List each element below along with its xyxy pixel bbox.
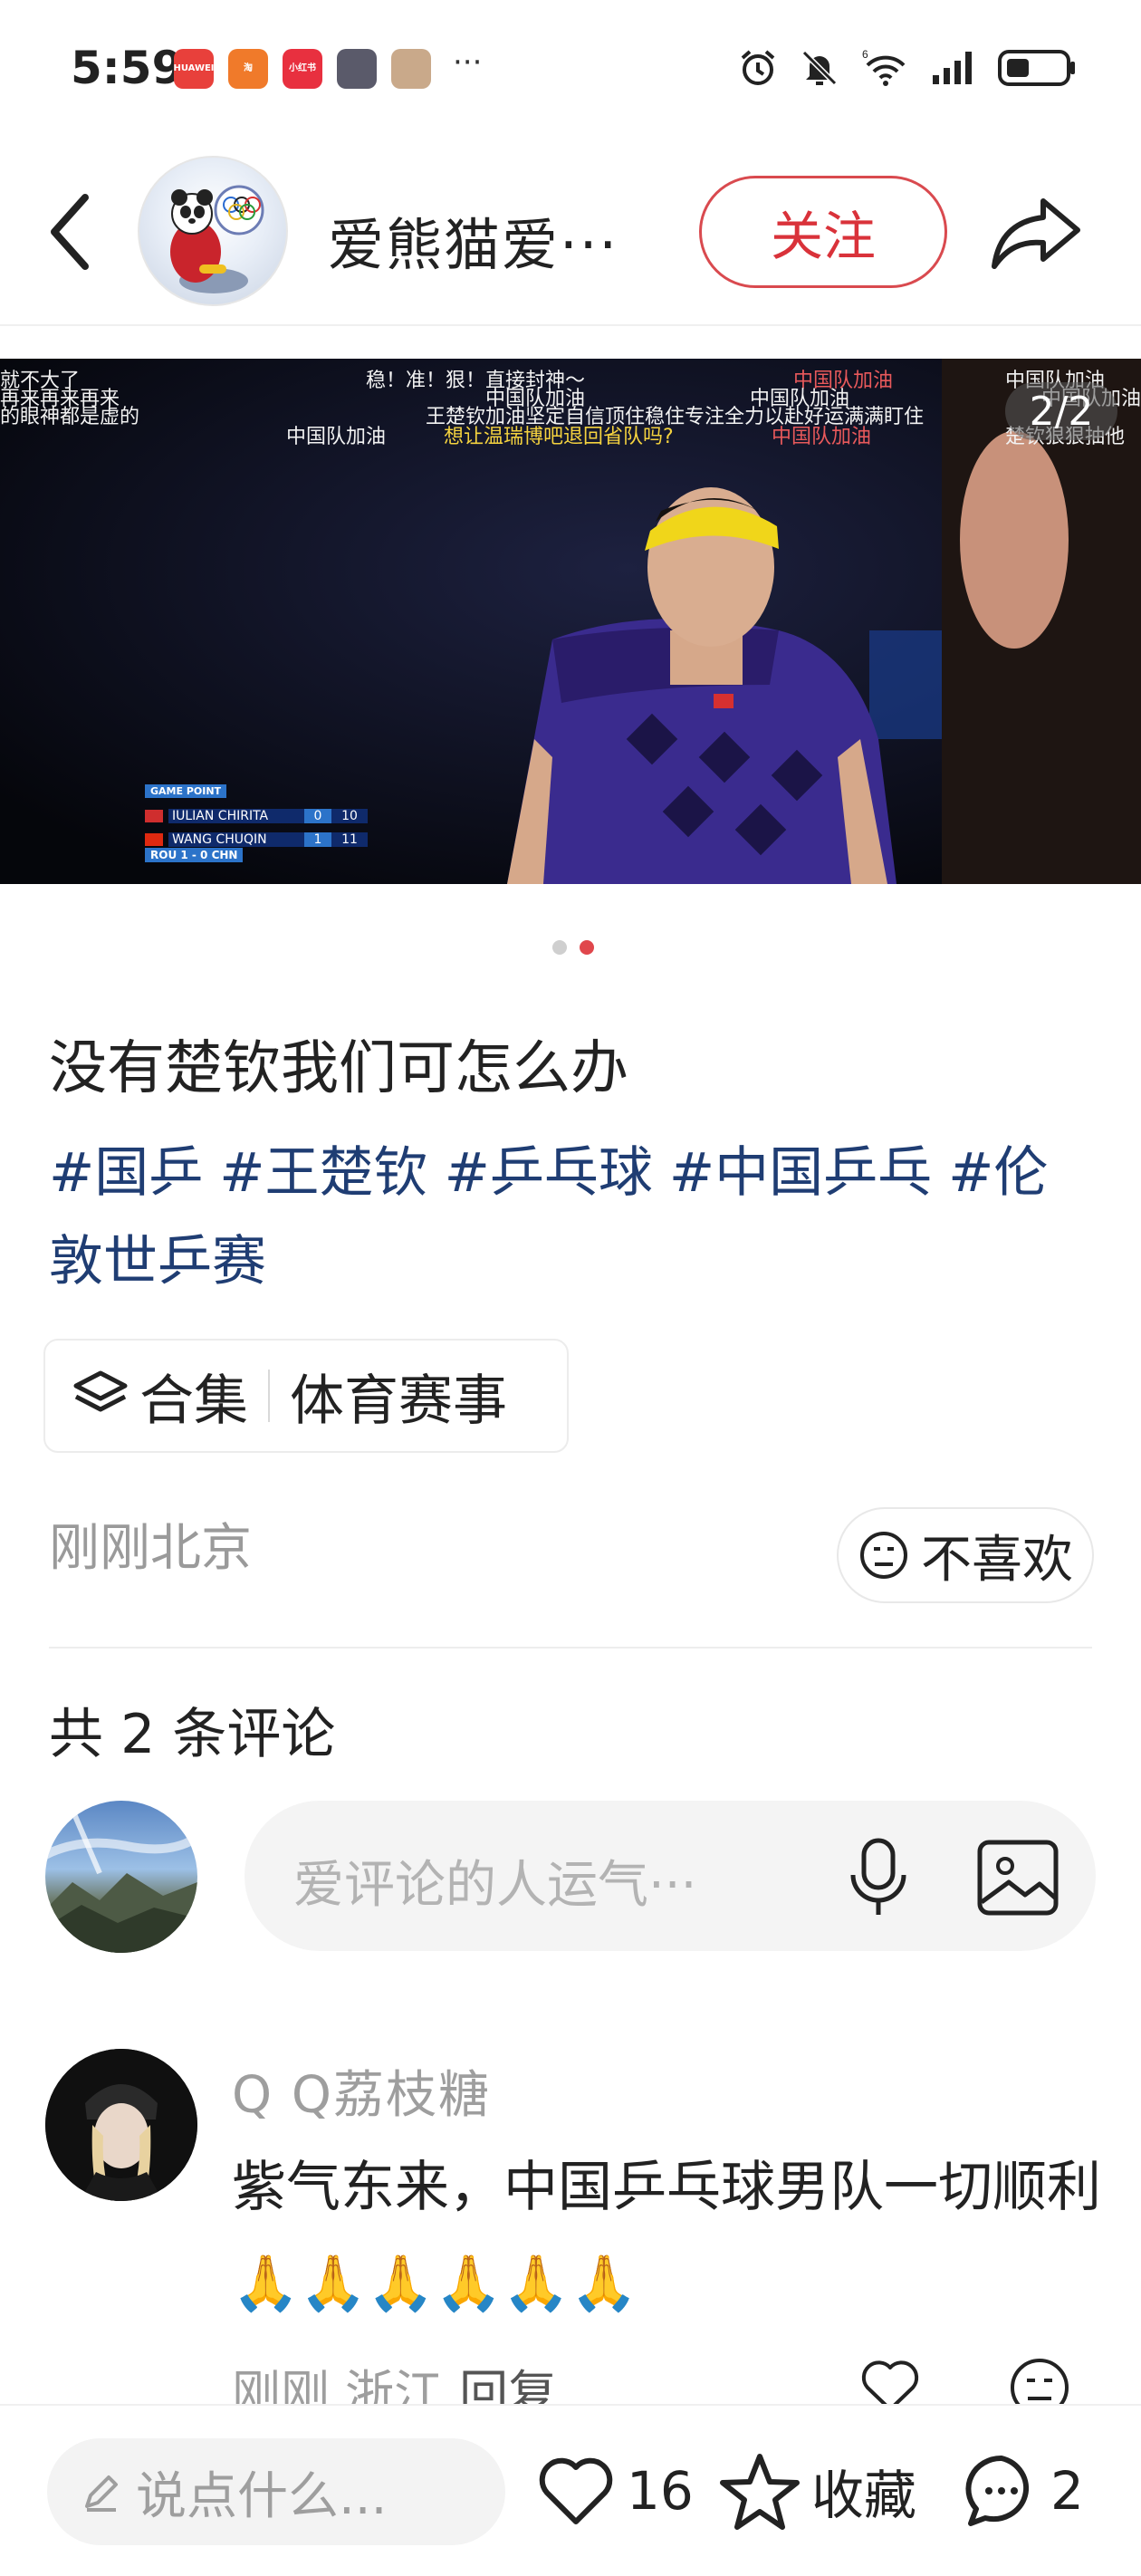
- hashtag-link[interactable]: #王楚钦: [219, 1141, 427, 1205]
- games-score: 0: [304, 809, 331, 823]
- comment-count-bottom: 2: [1050, 2460, 1084, 2522]
- signal-icon: [933, 52, 972, 84]
- comment-action[interactable]: 2: [964, 2446, 1084, 2536]
- image-page-indicator: 2/2: [1005, 382, 1117, 440]
- player-name: WANG CHUQIN: [168, 832, 304, 847]
- say-something-placeholder: 说点什么...: [136, 2466, 388, 2526]
- dislike-label: 不喜欢: [921, 1530, 1073, 1590]
- post-header: 爱熊猫爱··· 关注: [0, 136, 1141, 326]
- status-bar: 5:59 HUAWEI 淘小红书 ··· 6: [0, 0, 1141, 136]
- collection-value: 体育赛事: [290, 1369, 507, 1433]
- profile-app-icon: [391, 49, 431, 89]
- frown-face-icon: [860, 1532, 907, 1579]
- player-name: IULIAN CHIRITA: [168, 809, 304, 823]
- dislike-button[interactable]: 不喜欢: [837, 1507, 1094, 1603]
- collection-separator: [268, 1370, 270, 1422]
- collect-label: 收藏: [811, 2465, 917, 2526]
- mountain-landscape-image: [45, 1808, 197, 1953]
- points-score: 10: [331, 809, 368, 823]
- like-action[interactable]: 16: [536, 2446, 694, 2536]
- heart-icon: [539, 2457, 613, 2524]
- scoreboard-header: GAME POINT: [145, 784, 227, 798]
- battery-icon: [998, 50, 1075, 86]
- games-score: 1: [304, 832, 331, 847]
- scoreboard-row: IULIAN CHIRITA 0 10: [120, 804, 400, 828]
- svg-text:6: 6: [862, 48, 868, 61]
- commenter-name[interactable]: Q Q荔枝糖: [232, 2054, 491, 2128]
- comment-input-placeholder: 爱评论的人运气···: [293, 1856, 697, 1915]
- notification-app-icons: HUAWEI 淘小红书 ···: [173, 44, 482, 89]
- image-icon[interactable]: [974, 1837, 1061, 1918]
- status-time: 5:59: [71, 42, 184, 94]
- huawei-app-icon: HUAWEI: [173, 49, 215, 89]
- content-divider: [49, 1647, 1092, 1648]
- commenter-avatar[interactable]: [45, 2049, 197, 2201]
- share-icon[interactable]: [987, 192, 1087, 274]
- collection-label: 合集: [139, 1369, 248, 1433]
- taobao-app-icon: 淘: [228, 49, 268, 89]
- more-notifications-icon: ···: [453, 44, 483, 81]
- post-title: 没有楚钦我们可怎么办: [49, 1035, 628, 1102]
- danmaku-comment: 想让温瑞博吧退回省队吗?: [444, 426, 674, 448]
- hashtag-link[interactable]: #国乒: [49, 1141, 203, 1205]
- danmaku-comment: 中国队加油: [772, 426, 872, 448]
- collection-chip[interactable]: 合集 体育赛事: [43, 1339, 569, 1453]
- flag-icon: [145, 833, 163, 846]
- danmaku-comment: 中国队加油: [286, 426, 387, 448]
- points-score: 11: [331, 832, 368, 847]
- photo-app-icon: [337, 49, 377, 89]
- carousel-dot[interactable]: [552, 940, 567, 955]
- comment-text: 紫气东来，中国乒乓球男队一切顺利🙏🙏🙏🙏🙏🙏: [232, 2156, 1101, 2315]
- comment-count: 共 2 条评论: [49, 1703, 336, 1766]
- danmaku-comment: 的眼神都是虚的: [0, 406, 140, 428]
- layers-icon: [73, 1370, 128, 1412]
- carousel-dots: [552, 940, 594, 955]
- mute-bell-icon: [801, 50, 838, 86]
- hashtag-link[interactable]: #乒乓球: [445, 1141, 653, 1205]
- author-name[interactable]: 爱熊猫爱···: [328, 199, 618, 281]
- post-tags: #国乒 #王楚钦 #乒乓球 #中国乒乓 #伦敦世乒赛: [49, 1129, 1099, 1306]
- current-user-avatar[interactable]: [45, 1801, 197, 1953]
- alarm-icon: [741, 50, 775, 85]
- status-right-icons: 6: [737, 47, 1078, 89]
- commenter-photo-image: [45, 2049, 197, 2201]
- panda-mascot-image: [170, 185, 264, 293]
- scoreboard: GAME POINT IULIAN CHIRITA 0 10 WANG CHUQIN 1…: [120, 784, 400, 866]
- star-icon: [720, 2454, 800, 2530]
- bottom-action-bar: 说点什么... 16 收藏 2: [0, 2404, 1141, 2576]
- author-avatar[interactable]: [138, 156, 288, 306]
- comment-input[interactable]: 爱评论的人运气···: [244, 1801, 1096, 1951]
- say-something-input[interactable]: 说点什么...: [47, 2438, 505, 2545]
- chat-bubble-icon: [965, 2455, 1030, 2526]
- post-time-location: 刚刚北京: [49, 1519, 252, 1578]
- collect-action[interactable]: 收藏: [719, 2446, 916, 2536]
- carousel-dot-active[interactable]: [580, 940, 594, 955]
- scoreboard-footer: ROU 1 - 0 CHN: [145, 848, 244, 862]
- pencil-icon: [85, 2475, 118, 2512]
- back-icon[interactable]: [38, 187, 101, 277]
- hashtag-link[interactable]: #中国乒乓: [669, 1141, 932, 1205]
- xiaohongshu-app-icon: 小红书: [283, 49, 322, 89]
- like-count: 16: [627, 2460, 694, 2522]
- post-media[interactable]: 就不大了 再来再来再来 的眼神都是虚的 稳！准！狠！直接封神～ 中国队加油 中国队加油 中国…: [0, 359, 1141, 884]
- header-divider: [0, 324, 1141, 326]
- flag-icon: [145, 810, 163, 822]
- wifi-icon: 6: [862, 48, 906, 86]
- microphone-icon[interactable]: [842, 1833, 915, 1920]
- follow-button[interactable]: 关注: [699, 176, 947, 288]
